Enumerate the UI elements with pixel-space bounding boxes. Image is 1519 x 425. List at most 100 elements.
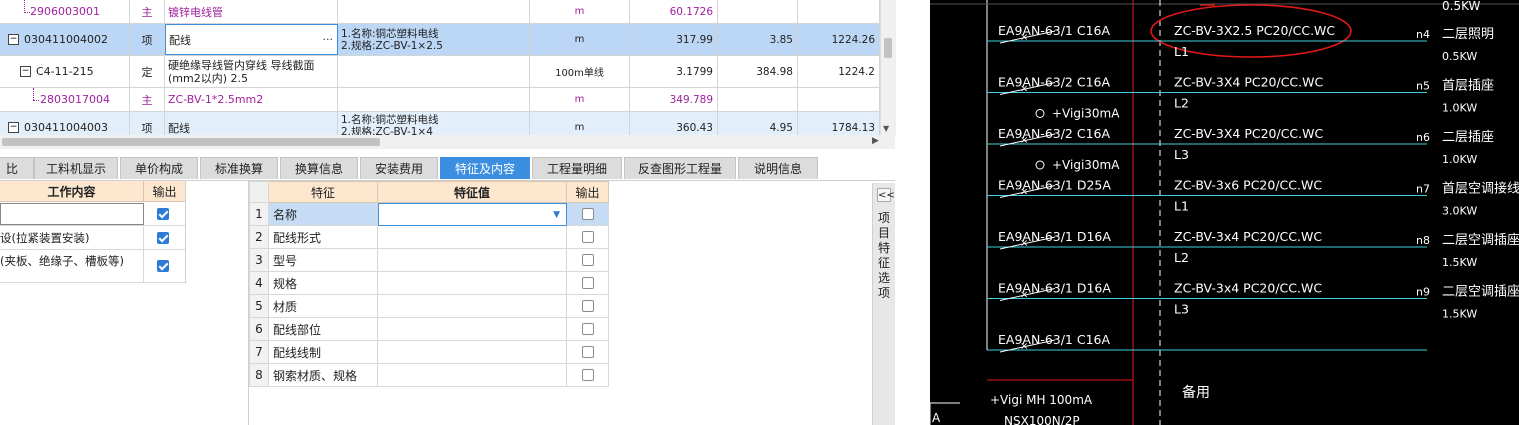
feature-value[interactable] <box>378 295 567 318</box>
table-row[interactable]: − C4-11-215 定 硬绝缘导线管内穿线 导线截面 (mm2以内) 2.5… <box>0 56 880 88</box>
output-checkbox[interactable] <box>581 277 594 289</box>
collapse-icon[interactable]: − <box>8 122 19 133</box>
collapse-icon[interactable]: − <box>8 34 19 45</box>
output-checkbox[interactable] <box>581 208 594 220</box>
tab-material-machine[interactable]: 工料机显示 <box>34 157 118 179</box>
output-checkbox[interactable] <box>581 300 594 312</box>
horizontal-scrollbar[interactable]: ▶ <box>0 135 895 149</box>
tab-install-fee[interactable]: 安装费用 <box>360 157 438 179</box>
output-checkbox[interactable] <box>581 254 594 266</box>
vigi-label: +Vigi30mA <box>1052 107 1120 121</box>
scroll-right-icon[interactable]: ▶ <box>872 136 879 146</box>
collapse-icon[interactable]: − <box>20 66 31 77</box>
feature-name: 名称 <box>269 203 378 226</box>
feature-value[interactable] <box>378 364 567 387</box>
table-row[interactable]: 2803017004 主 ZC-BV-1*2.5mm2 m 349.789 <box>0 88 880 112</box>
output-checkbox[interactable] <box>157 208 169 220</box>
table-row[interactable]: 5 材质 <box>249 295 609 318</box>
feature-value[interactable] <box>378 249 567 272</box>
table-row[interactable]: 3 型号 <box>249 249 609 272</box>
output-cell[interactable] <box>567 295 609 318</box>
tab-features-content[interactable]: 特征及内容 <box>440 157 530 179</box>
output-checkbox[interactable] <box>581 369 594 381</box>
table-row[interactable]: − 030411004003 项 配线 1.名称:铜芯塑料电线 2.规格:ZC-… <box>0 112 880 135</box>
item-feature <box>338 56 530 87</box>
output-header: 输出 <box>567 181 609 203</box>
phase-label: L3 <box>1174 147 1189 162</box>
output-cell[interactable] <box>567 364 609 387</box>
item-name: 镀锌电线管 <box>165 0 338 23</box>
work-content-input[interactable] <box>0 203 144 225</box>
output-checkbox[interactable] <box>581 346 594 358</box>
table-row-selected[interactable]: − 030411004002 项 配线 ··· 1.名称:铜芯塑料电线 2.规格… <box>0 24 880 56</box>
more-button[interactable]: ··· <box>323 33 334 46</box>
item-name-text: 配线 <box>169 33 191 47</box>
scroll-thumb[interactable] <box>884 38 892 58</box>
feature-line: 2.规格:ZC-BV-1×2.5 <box>341 39 443 52</box>
output-checkbox[interactable] <box>157 232 169 244</box>
tab-reverse-lookup[interactable]: 反查图形工程量 <box>624 157 736 179</box>
feature-header: 特征 <box>269 181 378 203</box>
item-code: 2803017004 <box>0 88 130 111</box>
table-row[interactable]: 6 配线部位 <box>249 318 609 341</box>
output-cell[interactable] <box>567 226 609 249</box>
circuit-label: 二层照明 <box>1442 27 1494 42</box>
main-vigi-label: +Vigi MH 100mA <box>990 393 1093 407</box>
vigi-label: +Vigi30mA <box>1052 158 1120 172</box>
tab-quantity-detail[interactable]: 工程量明细 <box>532 157 622 179</box>
scroll-thumb[interactable] <box>2 138 380 146</box>
side-tab-label[interactable]: 项目特征选项 <box>877 211 891 301</box>
feature-value[interactable] <box>378 272 567 295</box>
table-row-selected[interactable]: 1 名称 ▼ <box>249 203 609 226</box>
output-checkbox[interactable] <box>581 323 594 335</box>
table-row[interactable]: 8 钢索材质、规格 <box>249 364 609 387</box>
output-cell[interactable] <box>567 203 609 226</box>
tab-description[interactable]: 说明信息 <box>738 157 818 179</box>
scroll-down-icon[interactable]: ▼ <box>883 124 889 133</box>
tab-conversion-info[interactable]: 换算信息 <box>280 157 358 179</box>
item-name-editor[interactable]: 配线 ··· <box>165 24 338 55</box>
list-item[interactable] <box>0 203 185 226</box>
feature-value[interactable] <box>378 318 567 341</box>
feature-options-side-tab[interactable]: << 项目特征选项 <box>872 183 895 425</box>
output-checkbox[interactable] <box>581 231 594 243</box>
tab-ratio[interactable]: 比 <box>0 157 34 179</box>
item-type: 主 <box>130 88 165 111</box>
feature-value[interactable] <box>378 226 567 249</box>
output-cell[interactable] <box>567 318 609 341</box>
item-total <box>798 0 880 23</box>
table-row[interactable]: 2906003001 主 镀锌电线管 m 60.1726 <box>0 0 880 24</box>
list-item[interactable]: 设(拉紧装置安装) <box>0 226 185 250</box>
item-price <box>718 88 798 111</box>
row-number: 6 <box>249 318 269 341</box>
breaker-label: EA9AN-63/1 D16A <box>998 281 1111 296</box>
list-item[interactable]: (夹板、绝缘子、槽板等) <box>0 250 185 283</box>
table-row[interactable]: 7 配线线制 <box>249 341 609 364</box>
chevron-down-icon[interactable]: ▼ <box>553 210 560 220</box>
table-row[interactable]: 2 配线形式 <box>249 226 609 249</box>
phase-label: L2 <box>1174 96 1189 111</box>
table-row[interactable]: 4 规格 <box>249 272 609 295</box>
item-type: 项 <box>130 24 165 55</box>
item-code: − 030411004002 <box>0 24 130 55</box>
cable-label: ZC-BV-3x6 PC20/CC.WC <box>1174 178 1322 193</box>
feature-value-dropdown[interactable]: ▼ <box>378 203 567 226</box>
cad-drawing-panel[interactable]: × EA9AN-63/1 C16A ZC-BV-3X2.5 PC20/CC.WC L1… <box>930 0 1519 425</box>
output-cell[interactable] <box>567 272 609 295</box>
tab-standard-conversion[interactable]: 标准换算 <box>200 157 278 179</box>
item-unit: m <box>530 24 630 55</box>
output-cell[interactable] <box>567 341 609 364</box>
item-qty: 349.789 <box>630 88 718 111</box>
cad-schematic: ×EA9AN-63/1 C16A ZC-BV-3X2.5 PC20/CC.WCL1… <box>930 0 1519 425</box>
feature-value[interactable] <box>378 341 567 364</box>
feature-name: 配线形式 <box>269 226 378 249</box>
collapse-icon[interactable]: << <box>877 188 895 202</box>
tree-connector <box>33 88 34 100</box>
item-type: 主 <box>130 0 165 23</box>
tab-unit-price[interactable]: 单价构成 <box>120 157 198 179</box>
output-cell[interactable] <box>567 249 609 272</box>
circuit-label: 首层插座 <box>1442 79 1494 94</box>
output-checkbox[interactable] <box>157 260 169 272</box>
vertical-scrollbar[interactable]: ▼ <box>880 0 896 135</box>
power-label: 1.5KW <box>1442 308 1477 321</box>
